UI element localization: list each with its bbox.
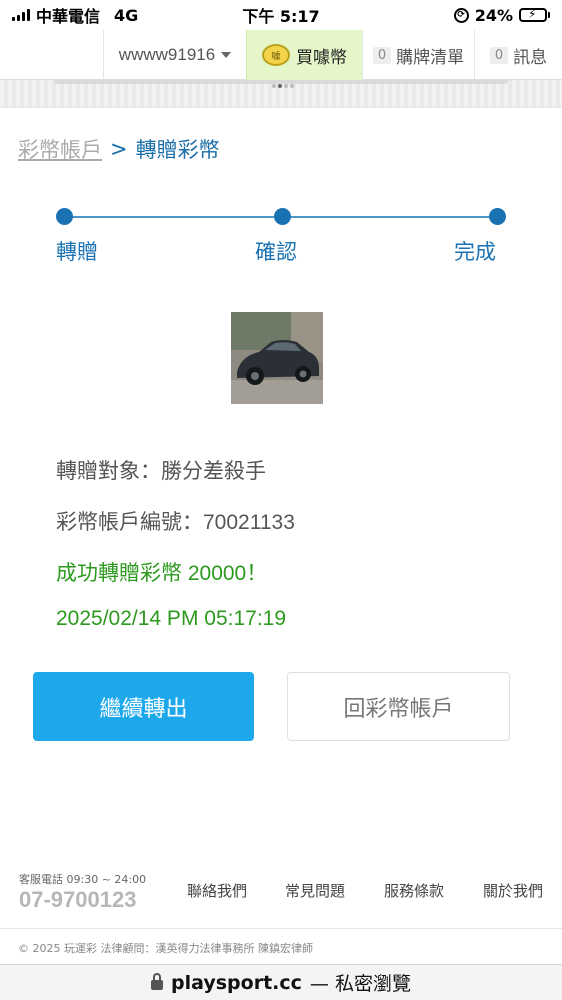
step-label-complete: 完成 [454,240,496,264]
message-count-badge: 0 [489,46,509,64]
footer-divider [0,928,562,929]
orientation-lock-icon: ⟳ [453,7,469,23]
footer-link-faq[interactable]: 常見問題 [285,880,345,901]
top-nav: wwww91916 噱 買噱幣 0 購牌清單 0 訊息 [0,30,562,80]
service-hours: 客服電話 09:30 ~ 24:00 [19,873,147,886]
step-label-confirm: 確認 [255,240,297,264]
buy-coins-label: 買噱幣 [296,47,347,68]
cart-label: 購牌清單 [396,47,465,68]
step-dot-complete [489,208,506,225]
carousel-dots[interactable] [272,84,294,88]
banner-strip [0,80,562,108]
step-dot-transfer [56,208,73,225]
breadcrumb-link-coin-account[interactable]: 彩幣帳戶 [18,134,102,164]
recipient-text: 轉贈對象：勝分差殺手 [56,460,266,483]
step-label-transfer: 轉贈 [56,240,98,264]
carrier-name: 中華電信 [36,7,101,26]
battery-percent: 24% [474,5,513,25]
back-to-account-button[interactable]: 回彩幣帳戶 [287,672,510,741]
status-bar: 中華電信 4G 下午 5:17 ⟳ 24% ⚡ [0,0,562,30]
messages-button[interactable]: 0 訊息 [474,30,562,80]
battery-icon: ⚡ [519,7,550,22]
chevron-down-icon [221,52,232,58]
account-number-text: 彩幣帳戶編號：70021133 [56,511,295,534]
progress-steps: 轉贈 確認 完成 [56,208,506,268]
buy-coins-button[interactable]: 噱 買噱幣 [246,30,362,80]
username: wwww91916 [118,45,216,64]
browser-address-bar[interactable]: playsport.cc — 私密瀏覽 [0,964,562,1000]
status-right: ⟳ 24% ⚡ [453,5,550,25]
status-left: 中華電信 4G [12,3,138,27]
service-phone[interactable]: 07-9700123 [19,887,136,913]
success-message: 成功轉贈彩幣 20000！ [56,562,268,585]
footer-link-about[interactable]: 關於我們 [483,880,543,901]
signal-icon [12,9,30,21]
coin-icon: 噱 [262,44,290,66]
url-text: playsport.cc [171,971,302,994]
transfer-datetime: 2025/02/14 PM 05:17:19 [56,607,287,630]
step-dot-confirm [274,208,291,225]
cart-button[interactable]: 0 購牌清單 [362,30,474,80]
cart-count-badge: 0 [372,46,392,64]
recipient-avatar [231,312,323,404]
continue-transfer-button[interactable]: 繼續轉出 [33,672,254,741]
lock-icon [151,972,164,992]
private-mode-label: — 私密瀏覽 [309,973,411,995]
breadcrumb: 彩幣帳戶 > 轉贈彩幣 [18,134,220,164]
breadcrumb-separator: > [110,137,128,161]
messages-label: 訊息 [513,47,548,68]
breadcrumb-current: 轉贈彩幣 [135,138,220,162]
footer-link-contact[interactable]: 聯絡我們 [187,880,247,901]
footer-link-terms[interactable]: 服務條款 [384,880,444,901]
network-type: 4G [114,5,139,25]
copyright-text: © 2025 玩運彩 法律顧問：漢英得力法律事務所 陳鎮宏律師 [18,942,313,955]
user-menu[interactable]: wwww91916 [103,30,246,80]
